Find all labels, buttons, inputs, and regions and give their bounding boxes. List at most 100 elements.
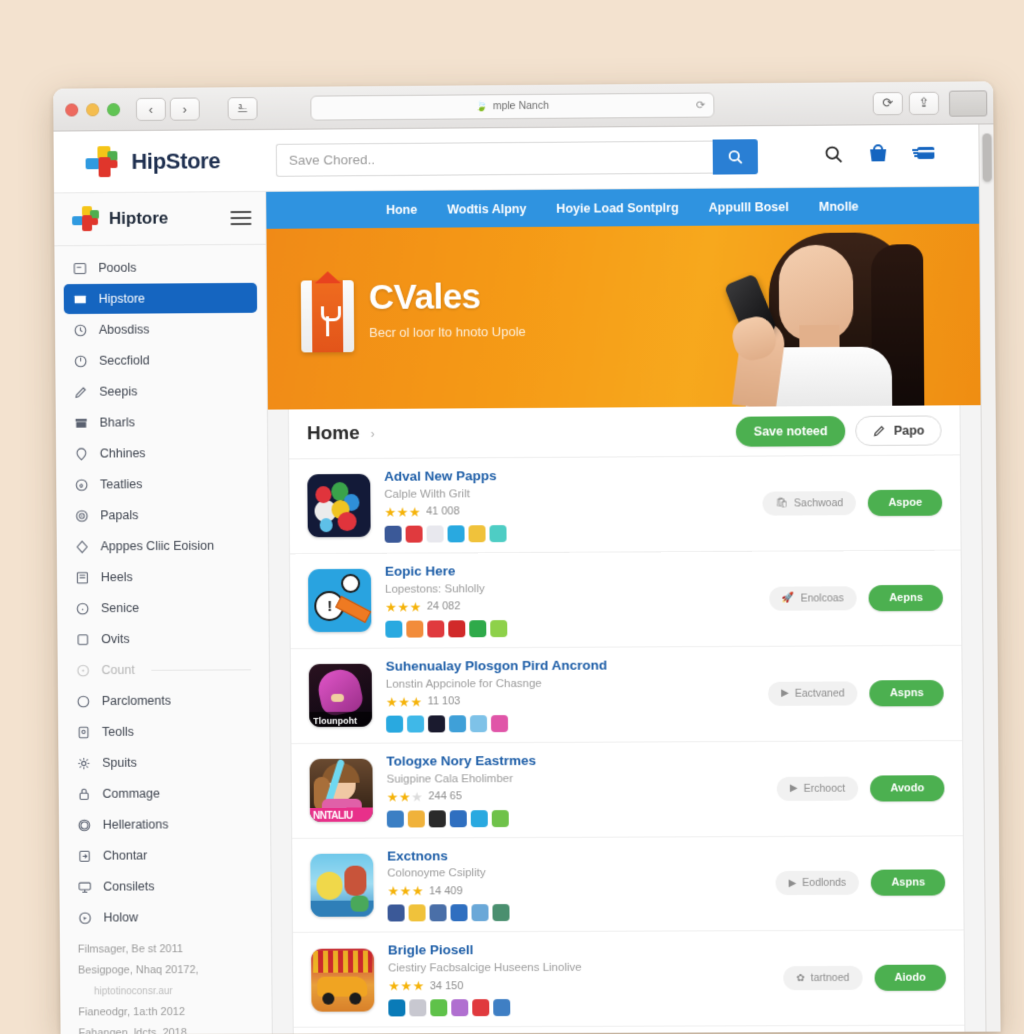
- sidebar-toggle-button[interactable]: ⎁: [228, 97, 258, 120]
- social-badge-icon[interactable]: [430, 1000, 447, 1017]
- sidebar-item-ovits[interactable]: Ovits: [66, 623, 260, 654]
- sidebar-item-hipstore[interactable]: Hipstore: [64, 283, 258, 314]
- sidebar-item-chhines[interactable]: Chhines: [65, 438, 259, 469]
- sidebar-item-consilets[interactable]: Consilets: [68, 871, 262, 902]
- social-badge-icon[interactable]: [385, 620, 402, 637]
- sidebar-item-poools[interactable]: Poools: [63, 252, 257, 283]
- app-action-button[interactable]: Avodo: [870, 775, 944, 801]
- sidebar-brand[interactable]: Hiptore: [54, 192, 266, 246]
- topnav-item[interactable]: Mnolle: [819, 199, 859, 213]
- sidebar-item-parcloments[interactable]: Parcloments: [67, 685, 261, 716]
- forward-button[interactable]: ›: [170, 97, 200, 120]
- store-search[interactable]: Save Chored..: [276, 139, 758, 178]
- page-reload-button[interactable]: ⟳: [873, 92, 903, 115]
- app-name[interactable]: Adval New Papps: [384, 467, 748, 486]
- sidebar-item-spuits[interactable]: Spuits: [67, 747, 261, 778]
- social-badge-icon[interactable]: [492, 810, 509, 827]
- app-action-button[interactable]: Aepns: [869, 585, 943, 611]
- social-badge-icon[interactable]: [451, 999, 468, 1016]
- social-badge-icon[interactable]: [450, 810, 467, 827]
- social-badge-icon[interactable]: [429, 810, 446, 827]
- social-badge-icon[interactable]: [493, 999, 510, 1016]
- page-button[interactable]: Papo: [856, 415, 942, 446]
- social-badge-icon[interactable]: [407, 715, 424, 732]
- social-badge-icon[interactable]: [409, 905, 426, 922]
- social-badge-icon[interactable]: [450, 905, 467, 922]
- social-badge-icon[interactable]: [468, 525, 485, 542]
- sidebar-item-papals[interactable]: Papals: [65, 500, 259, 531]
- social-badge-icon[interactable]: [471, 810, 488, 827]
- app-list-row[interactable]: NNTALIUTologxe Nory EastrmesSuigpine Cal…: [291, 741, 962, 839]
- app-list-row[interactable]: Tlounpoht Suhenualay Plosgon Pird Ancrond…: [291, 646, 962, 744]
- sidebar-item-heels[interactable]: Heels: [66, 561, 260, 592]
- social-badge-icon[interactable]: [388, 905, 405, 922]
- app-action-button[interactable]: Aspns: [870, 680, 944, 706]
- store-brand[interactable]: HipStore: [54, 144, 266, 178]
- app-status-badge[interactable]: ▶Erchooct: [777, 776, 859, 800]
- back-button[interactable]: ‹: [136, 97, 166, 120]
- sidebar-item-senice[interactable]: Senice: [66, 592, 260, 623]
- share-button[interactable]: ⇪: [909, 91, 939, 114]
- app-status-badge[interactable]: ▶Eactvaned: [768, 681, 858, 705]
- app-status-badge[interactable]: ▶Eodlonds: [775, 871, 859, 895]
- app-list-row[interactable]: Earplable FlotFdneass Dpnte▶BocooaesAspd…: [294, 1026, 965, 1034]
- scrollbar-thumb[interactable]: [982, 133, 991, 181]
- social-badge-icon[interactable]: [472, 999, 489, 1016]
- app-status-badge[interactable]: ✿tartnoed: [783, 966, 862, 990]
- sidebar-item-seccfiold[interactable]: Seccfiold: [64, 345, 258, 376]
- sidebar-item-bharls[interactable]: Bharls: [65, 407, 259, 438]
- save-button[interactable]: Save noteed: [736, 416, 846, 447]
- app-list-row[interactable]: ExctnonsColonoyme Csiplity★★★14 409▶Eodl…: [292, 836, 963, 933]
- app-name[interactable]: Eopic Here: [385, 562, 755, 581]
- hero-banner[interactable]: CVales Becr ol loor lto hnoto Upole: [266, 224, 980, 410]
- social-badge-icon[interactable]: [429, 905, 446, 922]
- sidebar-item-hellerations[interactable]: Hellerations: [68, 809, 262, 840]
- social-badge-icon[interactable]: [406, 620, 423, 637]
- topnav-item[interactable]: Appulll Bosel: [709, 200, 789, 215]
- social-badge-icon[interactable]: [449, 715, 466, 732]
- app-name[interactable]: Tologxe Nory Eastrmes: [386, 752, 762, 771]
- social-badge-icon[interactable]: [470, 715, 487, 732]
- search-icon[interactable]: [823, 143, 844, 169]
- social-badge-icon[interactable]: [385, 526, 402, 543]
- social-badge-icon[interactable]: [428, 715, 445, 732]
- app-status-badge[interactable]: 🛍Sachwoad: [762, 491, 856, 516]
- social-badge-icon[interactable]: [447, 525, 464, 542]
- app-list-row[interactable]: Adval New PappsCalple Wilth Grilt★★★41 0…: [289, 455, 960, 554]
- topnav-item[interactable]: Wodtis Alpny: [447, 201, 526, 216]
- tab-overview-button[interactable]: [949, 90, 987, 116]
- app-thumbnail[interactable]: [307, 474, 370, 537]
- social-badge-icon[interactable]: [490, 620, 507, 637]
- app-thumbnail[interactable]: !: [308, 569, 371, 632]
- social-badge-icon[interactable]: [448, 620, 465, 637]
- social-badge-icon[interactable]: [491, 715, 508, 732]
- sidebar-item-teolls[interactable]: Teolls: [67, 716, 261, 747]
- sidebar-item-chontar[interactable]: Chontar: [68, 840, 262, 871]
- social-badge-icon[interactable]: [406, 525, 423, 542]
- social-badge-icon[interactable]: [408, 810, 425, 827]
- window-controls[interactable]: [65, 103, 120, 116]
- social-badge-icon[interactable]: [427, 525, 444, 542]
- social-badge-icon[interactable]: [469, 620, 486, 637]
- app-action-button[interactable]: Aspoe: [868, 490, 942, 516]
- card-icon[interactable]: [912, 142, 936, 169]
- chevron-right-icon[interactable]: ›: [371, 426, 375, 440]
- social-badge-icon[interactable]: [489, 525, 506, 542]
- social-badge-icon[interactable]: [409, 1000, 426, 1017]
- app-thumbnail[interactable]: [310, 854, 373, 917]
- search-submit-button[interactable]: [713, 139, 758, 174]
- maximize-window-button[interactable]: [107, 103, 120, 116]
- social-badge-icon[interactable]: [492, 904, 509, 921]
- app-name[interactable]: Brigle Piosell: [388, 942, 769, 960]
- app-thumbnail[interactable]: Tlounpoht: [309, 664, 372, 727]
- close-window-button[interactable]: [65, 103, 78, 116]
- app-name[interactable]: Suhenualay Plosgon Pird Ancrond: [386, 657, 754, 676]
- app-action-button[interactable]: Aiodo: [874, 965, 946, 991]
- sidebar-item-abosdiss[interactable]: Abosdiss: [64, 314, 258, 345]
- address-bar[interactable]: 🍃 mple Nanch ⟳: [310, 92, 714, 120]
- sidebar-item-commage[interactable]: Commage: [68, 778, 262, 809]
- sidebar-item-holow[interactable]: Holow: [69, 902, 263, 933]
- search-input[interactable]: Save Chored..: [276, 141, 713, 177]
- social-badge-icon[interactable]: [386, 715, 403, 732]
- sidebar-item-apppes-cliic-eoision[interactable]: Apppes Cliic Eoision: [66, 530, 260, 561]
